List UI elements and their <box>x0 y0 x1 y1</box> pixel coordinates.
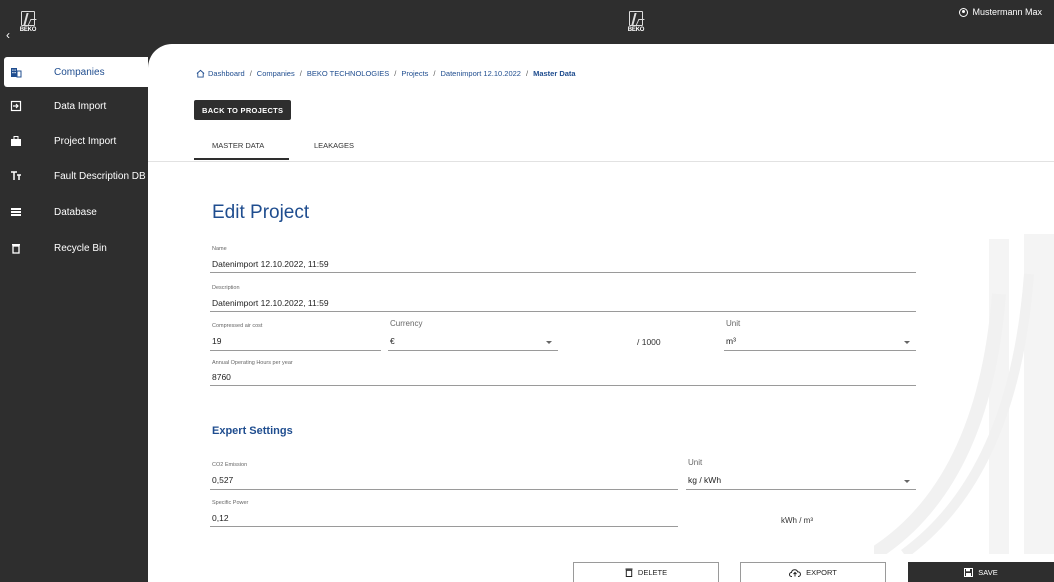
specific-power-field[interactable]: Specific Power 0,12 <box>210 500 678 527</box>
breadcrumb-dashboard[interactable]: Dashboard <box>208 69 245 78</box>
annual-operating-hours-field[interactable]: Annual Operating Hours per year 8760 <box>210 360 916 386</box>
sidebar: Companies Data Import Project Import Fau… <box>0 44 148 582</box>
top-bar: ‹ BEKO BEKO Mustermann Max <box>0 0 1054 44</box>
save-icon <box>964 568 974 577</box>
tab-master-data[interactable]: MASTER DATA <box>194 140 289 160</box>
user-account-icon <box>959 7 969 17</box>
export-button[interactable]: EXPORT <box>740 562 886 582</box>
sidebar-item-fault-description-db[interactable]: Fault Description DB <box>0 161 148 191</box>
breadcrumb-company[interactable]: BEKO TECHNOLOGIES <box>307 69 389 78</box>
sidebar-item-recycle-bin[interactable]: Recycle Bin <box>0 233 148 263</box>
back-to-projects-button[interactable]: BACK TO PROJECTS <box>194 100 292 120</box>
breadcrumb-projects[interactable]: Projects <box>401 69 428 78</box>
chevron-down-icon <box>546 341 552 344</box>
specific-power-unit-label: kWh / m³ <box>781 516 813 525</box>
sidebar-item-label: Recycle Bin <box>54 242 107 254</box>
collapse-sidebar-icon[interactable]: ‹ <box>6 29 10 41</box>
unit-select[interactable]: Unit m³ <box>724 319 916 351</box>
delete-button[interactable]: DELETE <box>573 562 719 582</box>
import-icon <box>10 100 22 112</box>
breadcrumb-current: Master Data <box>533 69 576 78</box>
building-icon <box>11 68 22 78</box>
page-title: Edit Project <box>212 202 310 223</box>
currency-select[interactable]: Currency € <box>388 319 558 351</box>
sidebar-item-label: Database <box>54 206 97 218</box>
co2-unit-select[interactable]: Unit kg / kWh <box>686 458 916 490</box>
name-field[interactable]: Name Datenimport 12.10.2022, 11:59 <box>210 246 916 273</box>
user-name: Mustermann Max <box>972 7 1042 17</box>
tab-leakages[interactable]: LEAKAGES <box>314 140 354 160</box>
trash-icon <box>625 568 633 577</box>
per-unit-label: / 1000 <box>637 337 661 347</box>
save-button[interactable]: SAVE <box>908 562 1054 582</box>
user-menu[interactable]: Mustermann Max <box>959 7 1042 17</box>
home-icon[interactable] <box>196 69 205 78</box>
main-panel: Dashboard / Companies / BEKO TECHNOLOGIE… <box>148 44 1054 582</box>
compressed-air-cost-field[interactable]: Compressed air cost 19 <box>210 323 381 351</box>
breadcrumb-companies[interactable]: Companies <box>257 69 295 78</box>
description-field[interactable]: Description Datenimport 12.10.2022, 11:5… <box>210 285 916 312</box>
sidebar-item-data-import[interactable]: Data Import <box>0 91 148 121</box>
briefcase-icon <box>11 136 21 146</box>
chevron-down-icon <box>904 480 910 483</box>
background-decoration <box>874 234 1054 554</box>
sidebar-item-label: Data Import <box>54 100 107 112</box>
sidebar-item-label: Project Import <box>54 135 117 147</box>
expert-settings-heading: Expert Settings <box>212 425 293 437</box>
co2-emission-field[interactable]: CO2 Emission 0,527 <box>210 462 678 490</box>
breadcrumb: Dashboard / Companies / BEKO TECHNOLOGIE… <box>196 69 576 78</box>
sidebar-item-project-import[interactable]: Project Import <box>0 126 148 156</box>
sidebar-item-label: Fault Description DB <box>54 170 146 182</box>
chevron-down-icon <box>904 341 910 344</box>
breadcrumb-project[interactable]: Datenimport 12.10.2022 <box>441 69 521 78</box>
sidebar-item-companies[interactable]: Companies <box>4 57 148 87</box>
text-format-icon <box>11 171 21 180</box>
cloud-upload-icon <box>789 569 802 577</box>
trash-icon <box>12 244 20 254</box>
action-bar: DELETE EXPORT SAVE <box>148 555 1054 582</box>
beko-logo: BEKO <box>18 11 38 35</box>
sidebar-item-database[interactable]: Database <box>0 197 148 227</box>
sidebar-item-label: Companies <box>54 66 105 78</box>
beko-logo-center: BEKO <box>626 11 646 35</box>
list-icon <box>11 208 21 216</box>
